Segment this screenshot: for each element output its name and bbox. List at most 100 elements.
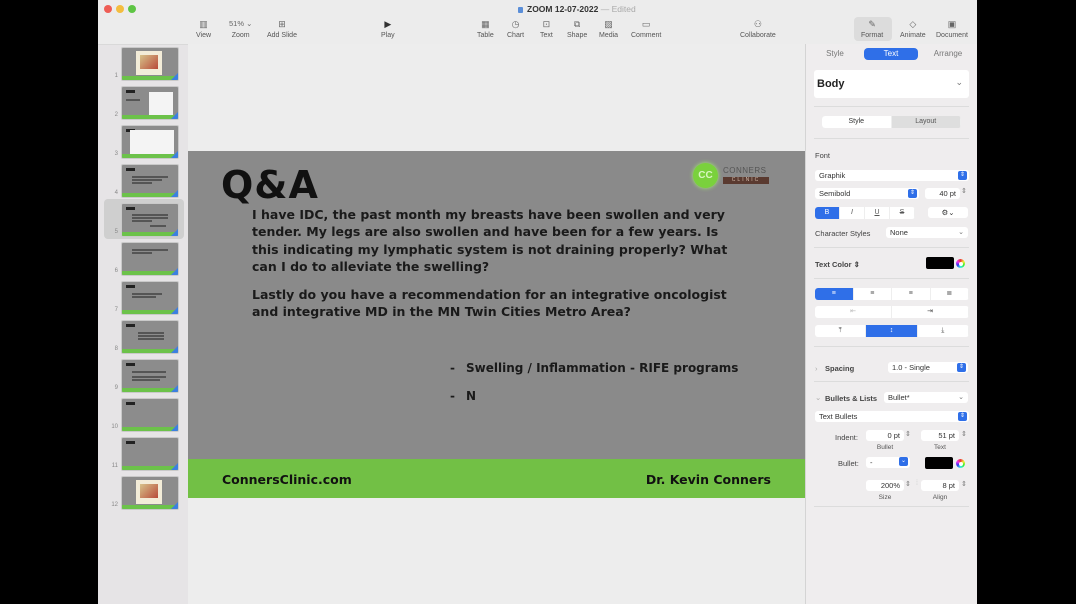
paragraph-style-dropdown[interactable]: Body ⌄ bbox=[814, 70, 969, 98]
align-left-button[interactable]: ≡ bbox=[815, 288, 854, 300]
slide-canvas[interactable]: Q&A CC CONNERS CLINIC I have IDC, the pa… bbox=[188, 44, 805, 604]
slide-thumbnail-3[interactable] bbox=[121, 125, 179, 159]
bullet-caption: Bullet bbox=[876, 444, 894, 451]
document-icon bbox=[518, 6, 523, 13]
horizontal-alignment-buttons: ≡ ≡ ≡ ≣ bbox=[815, 288, 969, 300]
bullet-align-stepper[interactable]: ⇕ bbox=[961, 480, 967, 488]
tab-arrange[interactable]: Arrange bbox=[926, 48, 970, 60]
disclosure-arrow-icon[interactable]: › bbox=[815, 364, 818, 373]
tab-text[interactable]: Text bbox=[864, 48, 918, 60]
format-button[interactable]: ✎ Format bbox=[861, 18, 883, 39]
text-indent-field[interactable]: 51 pt bbox=[921, 430, 959, 441]
advanced-options-button[interactable]: ⚙⌄ bbox=[928, 207, 968, 218]
bold-button[interactable]: B bbox=[815, 207, 840, 219]
slide-thumbnail-2[interactable] bbox=[121, 86, 179, 120]
comment-button[interactable]: ▭ Comment bbox=[631, 18, 661, 39]
decrease-indent-button[interactable]: ⇤ bbox=[815, 306, 892, 318]
close-window-button[interactable] bbox=[104, 5, 112, 13]
slide-thumbnail-8[interactable] bbox=[121, 320, 179, 354]
footer-author: Dr. Kevin Conners bbox=[645, 472, 771, 487]
shape-icon: ⧉ bbox=[573, 19, 581, 29]
align-top-button[interactable]: ⤒ bbox=[815, 325, 867, 337]
tab-style[interactable]: Style bbox=[814, 48, 856, 60]
justify-button[interactable]: ≣ bbox=[931, 288, 969, 300]
chevron-down-icon: ⌄ bbox=[958, 229, 964, 236]
text-indent-stepper[interactable]: ⇕ bbox=[961, 430, 967, 438]
text-button[interactable]: ⊡ Text bbox=[540, 18, 553, 39]
strikethrough-button[interactable]: S bbox=[890, 207, 915, 219]
bullet-align-field[interactable]: 8 pt bbox=[921, 480, 959, 491]
document-button[interactable]: ▣ Document bbox=[936, 18, 968, 39]
chart-icon: ◷ bbox=[511, 19, 520, 29]
animate-button[interactable]: ◇ Animate bbox=[900, 18, 926, 39]
view-button[interactable]: ▥ View bbox=[196, 18, 211, 39]
slide-thumbnail-11[interactable] bbox=[121, 437, 179, 471]
slide-thumbnail-4[interactable] bbox=[121, 164, 179, 198]
slide-thumbnail-1[interactable] bbox=[121, 47, 179, 81]
indent-label: Indent: bbox=[835, 433, 858, 442]
slide-footer-bar: ConnersClinic.com Dr. Kevin Conners bbox=[188, 459, 805, 498]
keynote-window: ZOOM 12-07-2022 — Edited ▥ View 51% ⌄ Zoom… bbox=[98, 0, 977, 604]
subtab-style[interactable]: Style bbox=[822, 116, 892, 128]
increase-indent-button[interactable]: ⇥ bbox=[892, 306, 969, 318]
color-wheel-icon[interactable] bbox=[956, 259, 965, 268]
slide-thumbnail-12[interactable] bbox=[121, 476, 179, 510]
style-layout-segmented: Style Layout bbox=[822, 116, 961, 128]
slide-number: 7 bbox=[114, 307, 118, 313]
slide[interactable]: Q&A CC CONNERS CLINIC I have IDC, the pa… bbox=[188, 151, 805, 498]
spacing-popup[interactable]: 1.0 - Single ⇕ bbox=[888, 362, 968, 373]
minimize-window-button[interactable] bbox=[116, 5, 124, 13]
bullet-size-stepper[interactable]: ⇕ bbox=[905, 480, 911, 488]
subtab-layout[interactable]: Layout bbox=[891, 116, 961, 128]
table-icon: ▦ bbox=[481, 19, 490, 29]
slide-number: 3 bbox=[114, 151, 118, 157]
chevron-down-icon: ⌄ bbox=[955, 77, 963, 87]
toolbar: ZOOM 12-07-2022 — Edited ▥ View 51% ⌄ Zoom… bbox=[98, 0, 977, 45]
indent-buttons: ⇤ ⇥ bbox=[815, 306, 969, 318]
chart-button[interactable]: ◷ Chart bbox=[507, 18, 524, 39]
align-center-button[interactable]: ≡ bbox=[854, 288, 892, 300]
slide-thumbnail-5[interactable] bbox=[121, 203, 179, 237]
table-button[interactable]: ▦ Table bbox=[477, 18, 494, 39]
font-typeface-popup[interactable]: Semibold ⇕ bbox=[815, 188, 919, 199]
disclosure-arrow-icon[interactable]: ⌄ bbox=[815, 393, 821, 402]
align-middle-button[interactable]: ↕ bbox=[866, 325, 918, 337]
question-text-box[interactable]: I have IDC, the past month my breasts ha… bbox=[252, 206, 742, 332]
color-wheel-icon[interactable] bbox=[956, 459, 965, 468]
font-size-stepper[interactable]: ⇕ bbox=[961, 187, 967, 195]
media-button[interactable]: ▨ Media bbox=[599, 18, 618, 39]
bullet-character-popup[interactable]: - ⌄ bbox=[866, 457, 910, 468]
font-size-field[interactable]: 40 pt bbox=[925, 188, 960, 199]
divider bbox=[814, 506, 969, 507]
slide-thumbnail-7[interactable] bbox=[121, 281, 179, 315]
bullets-lists-dropdown[interactable]: Bullet* ⌄ bbox=[884, 392, 968, 403]
slide-title[interactable]: Q&A bbox=[221, 163, 319, 207]
italic-button[interactable]: I bbox=[840, 207, 865, 219]
bullet-color-well[interactable] bbox=[925, 457, 953, 469]
slide-thumbnail-9[interactable] bbox=[121, 359, 179, 393]
collaborate-button[interactable]: ⚇ Collaborate bbox=[740, 18, 776, 39]
bullet-indent-stepper[interactable]: ⇕ bbox=[905, 430, 911, 438]
slide-thumbnail-10[interactable] bbox=[121, 398, 179, 432]
bullet-item: - Swelling / Inflammation - RIFE programs bbox=[450, 361, 738, 389]
align-right-button[interactable]: ≡ bbox=[892, 288, 931, 300]
bullet-type-popup[interactable]: Text Bullets ⇕ bbox=[815, 411, 969, 422]
underline-button[interactable]: U bbox=[865, 207, 890, 219]
bullet-size-field[interactable]: 200% bbox=[866, 480, 904, 491]
zoom-dropdown[interactable]: 51% ⌄ Zoom bbox=[229, 18, 252, 39]
zoom-window-button[interactable] bbox=[128, 5, 136, 13]
play-button[interactable]: ▶ Play bbox=[381, 18, 395, 39]
add-slide-button[interactable]: ⊞ Add Slide bbox=[267, 18, 297, 39]
popup-arrows-icon: ⇕ bbox=[958, 171, 967, 180]
align-bottom-button[interactable]: ⤓ bbox=[918, 325, 969, 337]
paintbrush-icon: ✎ bbox=[868, 19, 876, 29]
font-family-popup[interactable]: Graphik ⇕ bbox=[815, 170, 969, 181]
character-styles-dropdown[interactable]: None ⌄ bbox=[886, 227, 968, 238]
shape-button[interactable]: ⧉ Shape bbox=[567, 18, 587, 39]
gear-icon: ⚙⌄ bbox=[941, 208, 955, 217]
slide-thumbnail-6[interactable] bbox=[121, 242, 179, 276]
logo-mark: CC bbox=[693, 163, 718, 188]
bullet-indent-field[interactable]: 0 pt bbox=[866, 430, 904, 441]
answer-bullets-text-box[interactable]: - Swelling / Inflammation - RIFE programs… bbox=[450, 361, 738, 417]
text-color-well[interactable] bbox=[926, 257, 954, 269]
